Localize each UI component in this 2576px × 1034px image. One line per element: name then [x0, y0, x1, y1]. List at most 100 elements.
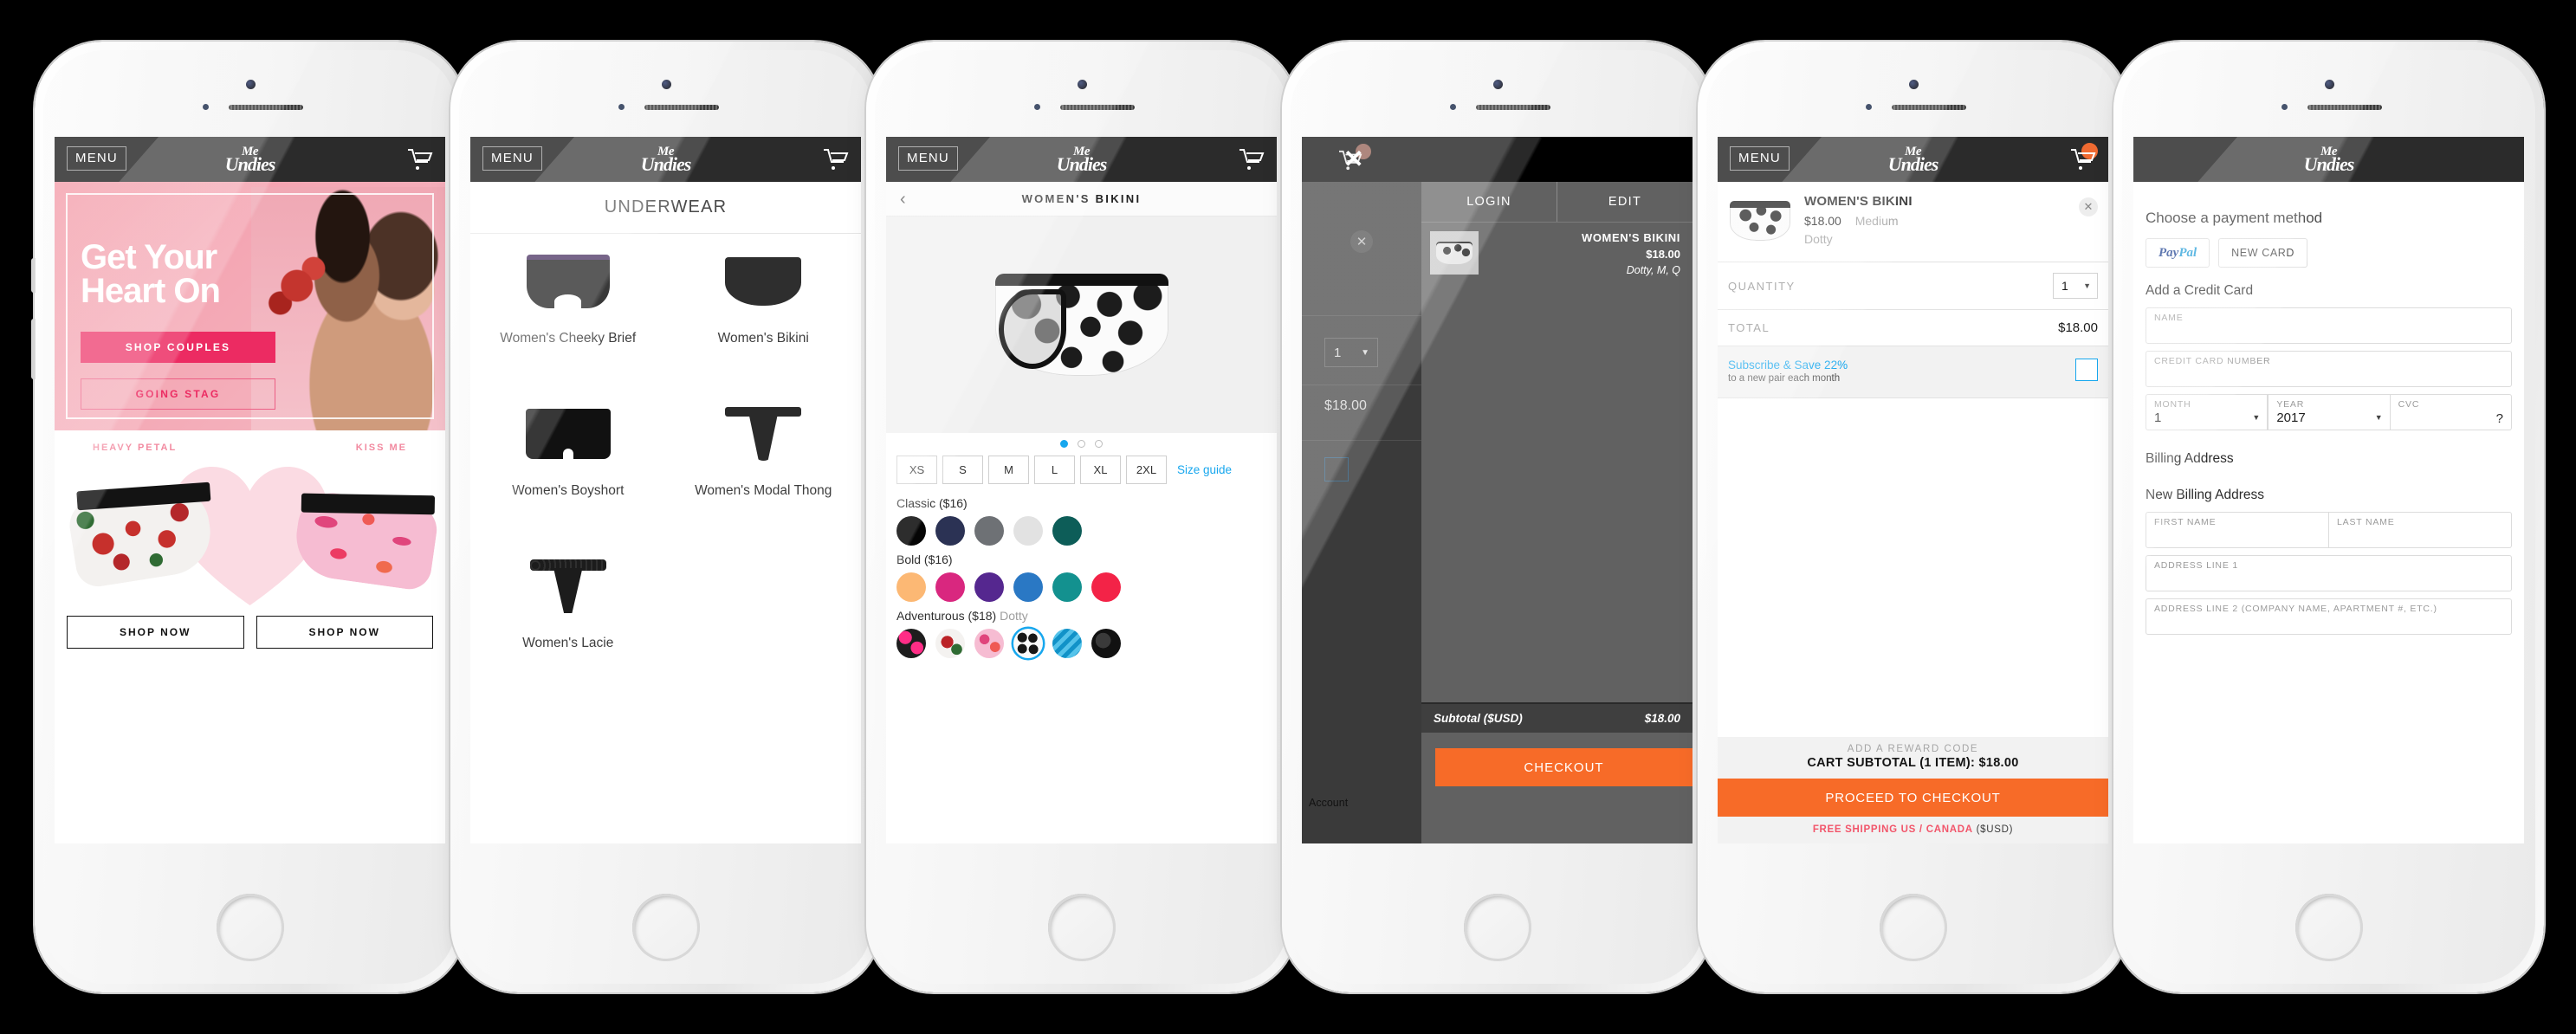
swatch[interactable] [935, 572, 965, 602]
swatch[interactable] [1052, 572, 1082, 602]
menu-button[interactable]: MENU [67, 146, 126, 171]
carousel-dot-2[interactable] [1078, 440, 1085, 448]
volume-down-button[interactable] [31, 319, 36, 379]
hero-banner[interactable]: Get Your Heart On SHOP COUPLES GOING STA… [55, 182, 445, 430]
credit-card-number-field[interactable]: CREDIT CARD NUMBER [2146, 351, 2512, 387]
app-header: MENU Me Undies [470, 137, 861, 182]
quantity-select[interactable]: 1 ▼ [2053, 273, 2098, 299]
home-button[interactable] [1047, 894, 1116, 961]
home-button[interactable] [631, 894, 700, 961]
earpiece-speaker [1059, 105, 1135, 110]
home-button[interactable] [216, 894, 284, 961]
new-card-button[interactable]: NEW CARD [2218, 238, 2308, 268]
brand-logo[interactable]: Me Undies [225, 145, 276, 174]
checkout-button[interactable]: CHECKOUT [1435, 748, 1693, 786]
swatch-print[interactable] [1091, 629, 1121, 658]
shop-now-left-button[interactable]: SHOP NOW [67, 616, 244, 649]
size-option-xl[interactable]: XL [1080, 456, 1121, 484]
subscribe-title[interactable]: Subscribe & Save 22% [1728, 359, 1848, 372]
going-stag-button[interactable]: GOING STAG [81, 378, 275, 410]
overlay-background-cart: ✕ 1 ▼ $18.00 Account [1302, 182, 1421, 843]
item-variant: Dotty, M, Q [1626, 264, 1680, 276]
logo-line2: Undies [640, 152, 692, 175]
size-option-s[interactable]: S [942, 456, 983, 484]
swatch-print[interactable] [935, 629, 965, 658]
quantity-select[interactable]: 1 ▼ [1324, 338, 1378, 367]
shopping-cart-icon[interactable] [823, 147, 849, 171]
swatch[interactable] [896, 516, 926, 546]
item-name: WOMEN'S BIKINI [1581, 231, 1680, 244]
proceed-to-checkout-button[interactable]: PROCEED TO CHECKOUT [1718, 779, 2108, 817]
swatch[interactable] [1013, 516, 1043, 546]
close-icon[interactable]: ✕ [2079, 197, 2098, 216]
product-card[interactable]: Women's Modal Thong [666, 386, 862, 539]
subscribe-checkbox[interactable] [2075, 359, 2098, 381]
reward-code-link[interactable]: ADD A REWARD CODE [1718, 737, 2108, 756]
phone-category: MENU Me Undies UNDERWEAR Women's Cheeky … [450, 42, 881, 992]
size-option-xs[interactable]: XS [896, 456, 937, 484]
cart-line-item: WOMEN'S BIKINI $18.00 Medium Dotty ✕ [1718, 182, 2108, 262]
subscribe-checkbox[interactable] [1324, 457, 1349, 481]
month-select[interactable]: MONTH 1 ▼ [2146, 394, 2269, 430]
menu-button[interactable]: MENU [898, 146, 958, 171]
carousel-dot-1[interactable] [1060, 440, 1068, 448]
tab-edit[interactable]: EDIT [1557, 182, 1693, 222]
first-name-field[interactable]: FIRST NAME [2146, 512, 2329, 548]
home-button[interactable] [1879, 894, 1947, 961]
remove-item-icon[interactable]: ✕ [1350, 230, 1373, 253]
swatch[interactable] [974, 516, 1004, 546]
size-option-l[interactable]: L [1034, 456, 1075, 484]
swatch-print[interactable] [974, 629, 1004, 658]
screen-product: MENU Me Undies ‹ WOMEN'S BIKINI XS S M L… [886, 137, 1277, 843]
shopping-cart-icon[interactable] [2070, 147, 2096, 171]
product-name: Women's Modal Thong [695, 483, 832, 498]
address-line-2-field[interactable]: ADDRESS LINE 2 (COMPANY NAME, APARTMENT … [2146, 598, 2512, 635]
product-card[interactable]: Women's Lacie [470, 539, 666, 691]
menu-button[interactable]: MENU [482, 146, 542, 171]
brand-logo[interactable]: Me Undies [1057, 145, 1108, 174]
carousel-dots[interactable] [886, 433, 1277, 456]
shopping-cart-icon[interactable] [407, 147, 433, 171]
swatch[interactable] [1052, 516, 1082, 546]
product-image[interactable] [886, 216, 1277, 433]
brand-logo[interactable]: Me Undies [2304, 145, 2355, 174]
size-guide-link[interactable]: Size guide [1177, 463, 1232, 476]
carousel-dot-3[interactable] [1095, 440, 1103, 448]
payment-heading: Choose a payment method [2146, 210, 2323, 226]
brand-logo[interactable]: Me Undies [640, 145, 692, 175]
shop-couples-button[interactable]: SHOP COUPLES [81, 332, 275, 363]
size-option-2xl[interactable]: 2XL [1126, 456, 1167, 484]
year-select[interactable]: YEAR 2017 ▼ [2268, 394, 2391, 430]
address-line-1-field[interactable]: ADDRESS LINE 1 [2146, 555, 2512, 591]
swatch[interactable] [974, 572, 1004, 602]
menu-button[interactable]: MENU [1730, 146, 1790, 171]
brand-logo[interactable]: Me Undies [1888, 145, 1939, 174]
volume-up-button[interactable] [31, 258, 36, 293]
product-card[interactable]: Women's Boyshort [470, 386, 666, 539]
swatch[interactable] [1013, 572, 1043, 602]
swatch-print-dotty-selected[interactable] [1013, 629, 1043, 658]
chevron-left-icon[interactable]: ‹ [900, 191, 906, 208]
color-group-bold: Bold ($16) [886, 553, 1277, 605]
lacie-icon [529, 559, 606, 613]
paypal-button[interactable]: PayPal [2146, 238, 2210, 268]
close-icon[interactable]: ✕ [1343, 147, 1363, 171]
home-button[interactable] [2294, 894, 2363, 961]
swatch[interactable] [896, 572, 926, 602]
swatch-print[interactable] [896, 629, 926, 658]
product-card[interactable]: Women's Cheeky Brief [470, 234, 666, 386]
shopping-cart-icon[interactable] [1239, 147, 1265, 171]
shop-now-right-button[interactable]: SHOP NOW [256, 616, 433, 649]
last-name-field[interactable]: LAST NAME [2329, 512, 2512, 548]
cvc-field[interactable]: CVC ? [2390, 394, 2512, 430]
product-card[interactable]: Women's Bikini [666, 234, 862, 386]
cvc-help-icon[interactable]: ? [2496, 411, 2503, 426]
home-button[interactable] [1463, 894, 1531, 961]
swatch[interactable] [1091, 572, 1121, 602]
swatch[interactable] [935, 516, 965, 546]
account-label[interactable]: Account [1309, 797, 1348, 809]
size-option-m[interactable]: M [988, 456, 1029, 484]
swatch-print[interactable] [1052, 629, 1082, 658]
name-field[interactable]: NAME [2146, 307, 2512, 344]
tab-login[interactable]: LOGIN [1421, 182, 1557, 222]
